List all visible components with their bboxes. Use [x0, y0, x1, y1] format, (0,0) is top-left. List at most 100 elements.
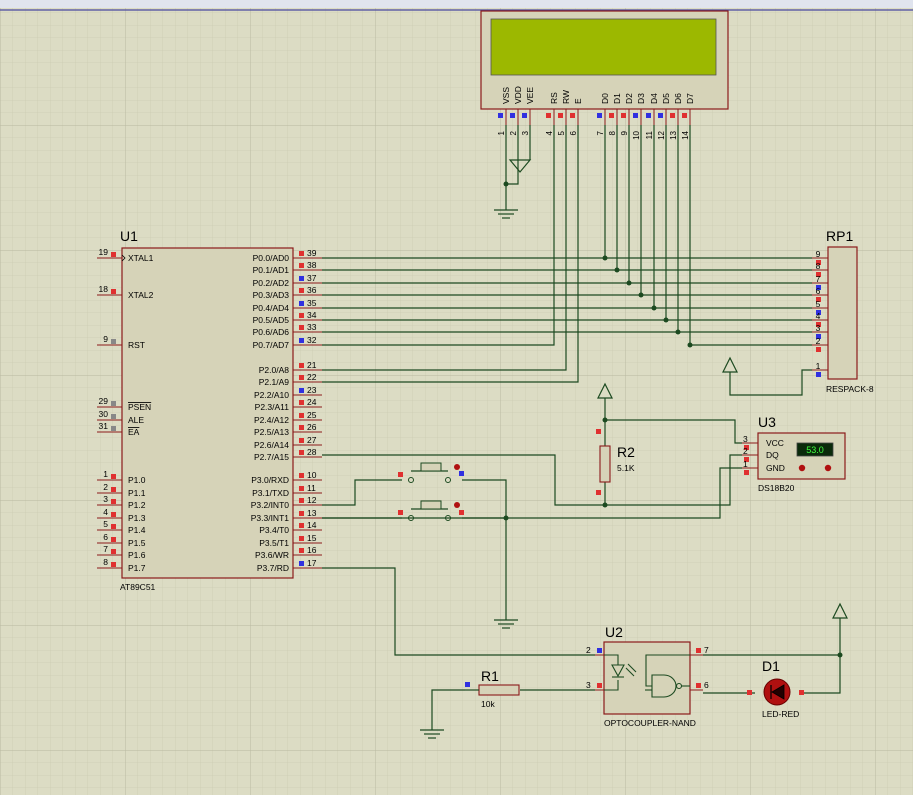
pin-label: D5 [661, 93, 671, 104]
pin-label: XTAL1 [128, 253, 154, 263]
pin-label: P3.2/INT0 [251, 500, 290, 510]
pin-number: 1 [497, 130, 506, 135]
pin-number: 5 [103, 519, 108, 529]
pin-number: 3 [816, 323, 821, 333]
pin-label: D1 [612, 93, 622, 104]
pin-number: 6 [103, 532, 108, 542]
pin-number: 24 [307, 397, 317, 407]
pin-number: 16 [307, 545, 317, 555]
pin-label: P0.1/AD1 [253, 265, 290, 275]
pin-label: ALE [128, 415, 144, 425]
switch-toggle-icon[interactable] [454, 502, 460, 508]
u1-ref: U1 [120, 228, 138, 244]
pin-number: 3 [743, 434, 748, 444]
pin-label: P1.2 [128, 500, 146, 510]
pin-number: 3 [586, 680, 591, 690]
pin-number: 26 [307, 422, 317, 432]
pin-label: P2.1/A9 [259, 377, 290, 387]
pin-number: 39 [307, 248, 317, 258]
u2-ref: U2 [605, 624, 623, 640]
pin-number: 1 [743, 459, 748, 469]
pin-number: 13 [307, 508, 317, 518]
pin-number: 35 [307, 298, 317, 308]
pin-number: 1 [103, 469, 108, 479]
pin-label: D7 [685, 93, 695, 104]
pin-marker [465, 682, 470, 687]
pin-label: P0.4/AD4 [253, 303, 290, 313]
pin-label: D0 [600, 93, 610, 104]
pin-number: 2 [586, 645, 591, 655]
pin-number: 31 [99, 421, 109, 431]
pin-label: P0.5/AD5 [253, 315, 290, 325]
d1-part: LED-RED [762, 709, 799, 719]
pin-label: D4 [649, 93, 659, 104]
pin-number: 6 [816, 286, 821, 296]
pin-label: P2.7/A15 [254, 452, 289, 462]
pin-label: P3.4/T0 [259, 525, 289, 535]
r2-value: 5.1K [617, 463, 635, 473]
r1-value: 10k [481, 699, 495, 709]
lcd-screen [490, 18, 717, 76]
u3-display-value: 53.0 [806, 445, 824, 455]
pin-number: 11 [645, 130, 654, 139]
switch-toggle-icon[interactable] [454, 464, 460, 470]
pin-label: RW [561, 90, 571, 104]
pin-label: P2.6/A14 [254, 440, 289, 450]
pin-number: 13 [669, 130, 678, 139]
pin-label: P3.5/T1 [259, 538, 289, 548]
pin-label: VSS [501, 87, 511, 104]
pin-number: 37 [307, 273, 317, 283]
pin-label: P1.1 [128, 488, 146, 498]
pin-number: 2 [743, 446, 748, 456]
pin-number: 9 [620, 130, 629, 135]
pin-label: D3 [636, 93, 646, 104]
pin-label: P1.5 [128, 538, 146, 548]
pin-number: 3 [103, 494, 108, 504]
pin-number: 7 [596, 130, 605, 135]
pin-marker [596, 490, 601, 495]
pin-number: 5 [557, 130, 566, 135]
pin-number: 19 [99, 247, 109, 257]
pin-number: 32 [307, 335, 317, 345]
pin-number: 21 [307, 360, 317, 370]
pin-label: P2.3/A11 [255, 402, 290, 412]
pin-number: 15 [307, 533, 317, 543]
pin-label: RS [549, 92, 559, 104]
rp1-ref: RP1 [826, 228, 853, 244]
u1-part: AT89C51 [120, 582, 156, 592]
u3-down-button-icon[interactable] [798, 464, 806, 472]
pin-label: P3.0/RXD [251, 475, 289, 485]
pin-number: 12 [657, 130, 666, 139]
pin-number: 22 [307, 372, 317, 382]
pin-marker [747, 690, 752, 695]
pin-number: 23 [307, 385, 317, 395]
schematic-canvas[interactable]: 1VSS2VDD3VEE4RS5RW6E7D08D19D210D311D412D… [0, 0, 913, 795]
pin-number: 29 [99, 396, 109, 406]
pin-label: P0.0/AD0 [253, 253, 290, 263]
pin-label: P2.4/A12 [254, 415, 289, 425]
pin-label: P3.7/RD [257, 563, 289, 573]
pin-label: DQ [766, 450, 779, 460]
pin-number: 14 [307, 520, 317, 530]
pin-label: D6 [673, 93, 683, 104]
pin-number: 8 [103, 557, 108, 567]
pin-number: 7 [704, 645, 709, 655]
pin-number: 6 [569, 130, 578, 135]
pin-number: 7 [816, 274, 821, 284]
pin-marker [596, 429, 601, 434]
pin-number: 18 [99, 284, 109, 294]
pin-number: 7 [103, 544, 108, 554]
r1-ref: R1 [481, 668, 499, 684]
pin-number: 6 [704, 680, 709, 690]
pin-label: P3.6/WR [255, 550, 289, 560]
u3-up-button-icon[interactable] [824, 464, 832, 472]
r2-ref: R2 [617, 444, 635, 460]
pin-label: P0.6/AD6 [253, 327, 290, 337]
pin-number: 4 [103, 507, 108, 517]
pin-label: P1.7 [128, 563, 146, 573]
pin-label: PSEN [128, 402, 151, 412]
d1-ref: D1 [762, 658, 780, 674]
pin-number: 33 [307, 322, 317, 332]
u1-microcontroller[interactable]: U1 AT89C51 19XTAL118XTAL29RST29PSEN30ALE… [97, 228, 322, 592]
pin-number: 3 [521, 130, 530, 135]
